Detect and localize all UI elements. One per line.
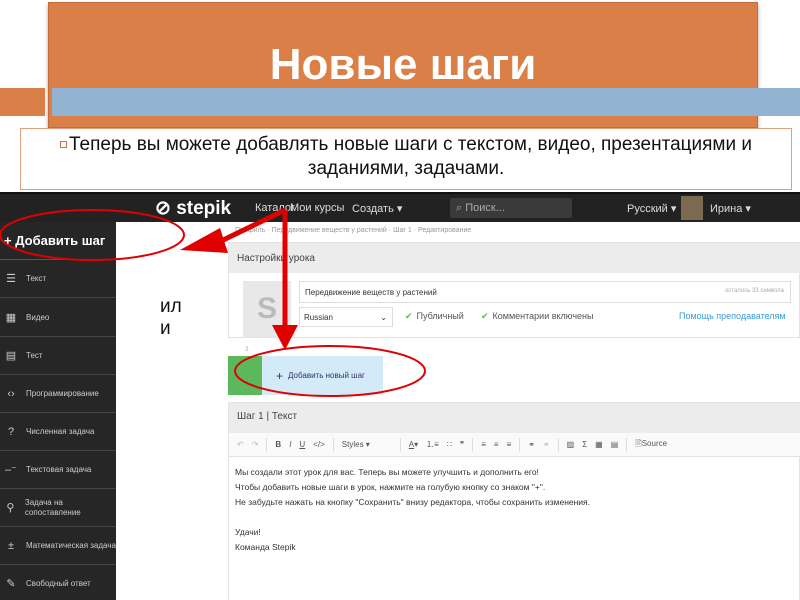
text-task-icon: –⁻ [5,464,17,476]
bullet-icon [60,141,67,149]
step-editor-panel: Шаг 1 | Текст ↶ ↷ B I U </> Styles ▾ A▾ ⒈≡ ∷ ❞ … [228,402,800,600]
text-color-icon[interactable]: A▾ [409,440,418,449]
code-icon: ‹› [7,387,15,400]
chars-left: осталось 33 символа [724,288,784,294]
sidebar-item-video[interactable]: ▦ Видео [0,299,116,337]
editor-toolbar: ↶ ↷ B I U </> Styles ▾ A▾ ⒈≡ ∷ ❞ ≡ ≡ ≡ ⚭ ⚭ ▨ Σ ▦ ▤ 🗎S… [229,433,800,457]
step-header: Шаг 1 | Текст [229,403,800,433]
slide-subtitle: Теперь вы можете добавлять новые шаги с … [69,134,752,179]
math-icon: ± [7,539,15,552]
decor-bar-orange [0,88,45,116]
sidebar-item-math[interactable]: ± Математическая задача [0,527,116,565]
check-icon: ✔ [405,311,413,321]
sidebar-item-matching[interactable]: ⚲ Задача на сопоставление [0,489,116,527]
step-1-tile[interactable] [228,356,262,395]
sidebar: + Добавить шаг ☰ Текст ▦ Видео ▤ Тест ‹› Про… [0,222,116,600]
numbered-list-icon[interactable]: ⒈≡ [426,439,439,450]
or-label: ил и [160,296,182,339]
lesson-cover-image[interactable]: S [243,281,291,337]
table-alt-icon[interactable]: ▤ [611,440,619,449]
avatar[interactable] [681,196,703,220]
breadcrumb-item[interactable]: Шаг 1 [393,227,412,234]
source-button[interactable]: 🗎Source [635,438,667,452]
pencil-icon: ✎ [6,578,16,590]
align-center-icon[interactable]: ≡ [494,440,499,449]
italic-icon[interactable]: I [289,440,291,449]
settings-header: Настройки урока [229,243,800,273]
language-menu[interactable]: Русский ▾ [627,202,676,215]
underline-icon[interactable]: U [299,440,305,449]
quote-icon[interactable]: ❞ [460,440,464,449]
nav-catalog[interactable]: Каталог [255,202,295,214]
sidebar-item-text-task[interactable]: –⁻ Текстовая задача [0,451,116,489]
comments-checkbox[interactable]: ✔ Комментарии включены [481,311,594,322]
code-icon[interactable]: </> [313,440,325,449]
align-left-icon[interactable]: ≡ [481,440,486,449]
public-checkbox[interactable]: ✔ Публичный [405,311,464,322]
align-right-icon[interactable]: ≡ [507,440,512,449]
decor-bar-blue [52,88,800,116]
nav-create[interactable]: Создать ▾ [352,202,402,215]
chevron-down-icon: ⌄ [380,313,387,322]
sidebar-item-free-answer[interactable]: ✎ Свободный ответ [0,565,116,600]
sidebar-item-numeric[interactable]: ? Численная задача [0,413,116,451]
breadcrumb-item[interactable]: Передвижение веществ у растений [271,227,386,234]
sidebar-item-programming[interactable]: ‹› Программирование [0,375,116,413]
teacher-help-link[interactable]: Помощь преподавателям [679,311,786,321]
number-icon: ? [7,425,15,438]
stepik-screenshot: ⊘ stepik Каталог Мои курсы Создать ▾ ⌕ П… [0,192,800,600]
stepik-logo[interactable]: ⊘ stepik [155,197,231,220]
top-nav: ⊘ stepik Каталог Мои курсы Создать ▾ ⌕ П… [0,194,800,222]
slide-title: Новые шаги [269,40,537,89]
breadcrumb-item[interactable]: Профиль [235,227,265,234]
table-icon[interactable]: ▦ [595,440,603,449]
styles-select[interactable]: Styles ▾ [342,440,392,449]
sigma-icon[interactable]: Σ [582,440,587,449]
add-step-button[interactable]: + Добавить шаг [0,222,116,260]
editor-body[interactable]: Мы создали этот урок для вас. Теперь вы … [235,465,590,555]
test-icon: ▤ [5,350,17,362]
bullet-list-icon[interactable]: ∷ [447,440,452,449]
sidebar-item-test[interactable]: ▤ Тест [0,337,116,375]
step-number: 1 [245,346,249,353]
redo-icon[interactable]: ↷ [252,440,259,449]
breadcrumb-item: Редактирование [418,227,472,234]
video-icon: ▦ [5,312,17,324]
undo-icon[interactable]: ↶ [237,440,244,449]
text-lines-icon: ☰ [6,273,16,285]
unlink-icon[interactable]: ⚭ [543,440,550,449]
slide-subtitle-box: Теперь вы можете добавлять новые шаги с … [20,128,792,190]
nav-my-courses[interactable]: Мои курсы [290,202,344,214]
user-menu[interactable]: Ирина ▾ [710,202,751,215]
plus-icon: + [276,368,284,383]
add-new-step-button[interactable]: + Добавить новый шаг [262,356,383,395]
check-icon: ✔ [481,311,489,321]
lesson-title-input[interactable]: Передвижение веществ у растений осталось … [299,281,791,303]
link-icon[interactable]: ⚭ [528,440,535,449]
search-icon: ⌕ [456,202,463,214]
matching-icon: ⚲ [6,502,15,514]
sidebar-item-text[interactable]: ☰ Текст [0,260,116,298]
bold-icon[interactable]: B [275,440,281,449]
breadcrumb: Профиль · Передвижение веществ у растени… [235,227,472,234]
image-icon[interactable]: ▨ [567,440,575,449]
search-input[interactable]: ⌕ Поиск... [450,198,572,218]
language-select[interactable]: Russian ⌄ [299,307,393,327]
lesson-settings-panel: Настройки урока S Передвижение веществ у… [228,242,800,338]
